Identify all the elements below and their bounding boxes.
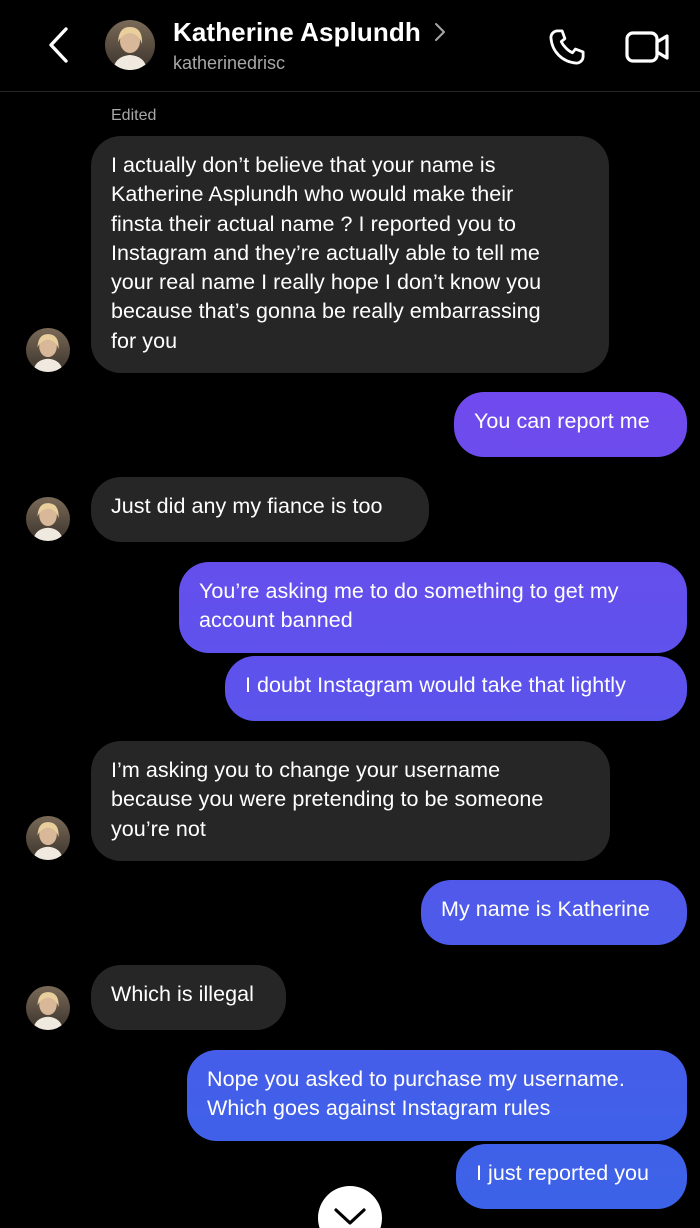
message-line: I just reported you <box>476 1161 650 1185</box>
video-camera-icon <box>625 31 669 63</box>
chevron-left-icon <box>49 27 68 63</box>
avatar-image <box>26 986 70 1030</box>
message-line: You can report me <box>474 409 650 433</box>
message-line: You’re asking me to do something to get … <box>199 579 619 603</box>
message-bubble-incoming[interactable]: Which is illegal <box>91 965 286 1030</box>
chat-header: Katherine Asplundh katherinedrisc <box>0 0 700 92</box>
message-line: Which goes against Instagram rules <box>207 1096 551 1121</box>
message-line: Which is illegal <box>111 982 254 1006</box>
message-line: Just did any my fiance is too <box>111 494 383 518</box>
message-line: Katherine Asplundh who would make their <box>111 182 514 207</box>
sender-avatar[interactable] <box>26 328 70 372</box>
chevron-right-icon[interactable] <box>432 20 448 44</box>
avatar-image <box>26 816 70 860</box>
message-bubble-incoming[interactable]: I actually don’t believe that your name … <box>91 136 609 373</box>
message-line: My name is Katherine <box>441 897 650 921</box>
message-line: I actually don’t believe that your name … <box>111 153 496 177</box>
chevron-down-icon <box>334 1208 366 1225</box>
message-line: because you were pretending to be someon… <box>111 787 544 812</box>
message-line: account banned <box>199 608 353 633</box>
message-line: finsta their actual name ? I reported yo… <box>111 211 516 236</box>
message-bubble-incoming[interactable]: Just did any my fiance is too <box>91 477 429 542</box>
message-bubble-outgoing[interactable]: You can report me <box>454 392 687 457</box>
message-line: for you <box>111 328 178 353</box>
message-bubble-outgoing[interactable]: You’re asking me to do something to get … <box>179 562 687 653</box>
message-bubble-outgoing[interactable]: Nope you asked to purchase my username. … <box>187 1050 687 1141</box>
edited-label: Edited <box>111 107 157 124</box>
message-bubble-outgoing[interactable]: I just reported you <box>456 1144 687 1209</box>
message-line: Nope you asked to purchase my username. <box>207 1067 625 1091</box>
avatar-image <box>26 328 70 372</box>
message-line: because that’s gonna be really embarrass… <box>111 299 541 324</box>
profile-avatar[interactable] <box>105 20 155 70</box>
sender-avatar[interactable] <box>26 816 70 860</box>
message-line: I’m asking you to change your username <box>111 758 501 782</box>
sender-avatar[interactable] <box>26 986 70 1030</box>
audio-call-button[interactable] <box>546 26 588 68</box>
message-line: I doubt Instagram would take that lightl… <box>245 673 626 697</box>
phone-icon <box>549 29 585 65</box>
contact-username[interactable]: katherinedrisc <box>173 53 285 74</box>
video-call-button[interactable] <box>624 28 670 66</box>
back-button[interactable] <box>38 22 78 68</box>
scroll-to-bottom-button[interactable] <box>318 1186 382 1228</box>
message-line: you’re not <box>111 816 206 841</box>
message-bubble-outgoing[interactable]: I doubt Instagram would take that lightl… <box>225 656 687 721</box>
message-line: your real name I really hope I don’t kno… <box>111 270 542 295</box>
message-bubble-outgoing[interactable]: My name is Katherine <box>421 880 687 945</box>
avatar-image <box>26 497 70 541</box>
message-bubble-incoming[interactable]: I’m asking you to change your username b… <box>91 741 610 861</box>
avatar-image <box>105 20 155 70</box>
contact-name[interactable]: Katherine Asplundh <box>173 17 421 48</box>
sender-avatar[interactable] <box>26 497 70 541</box>
message-line: Instagram and they’re actually able to t… <box>111 240 540 265</box>
